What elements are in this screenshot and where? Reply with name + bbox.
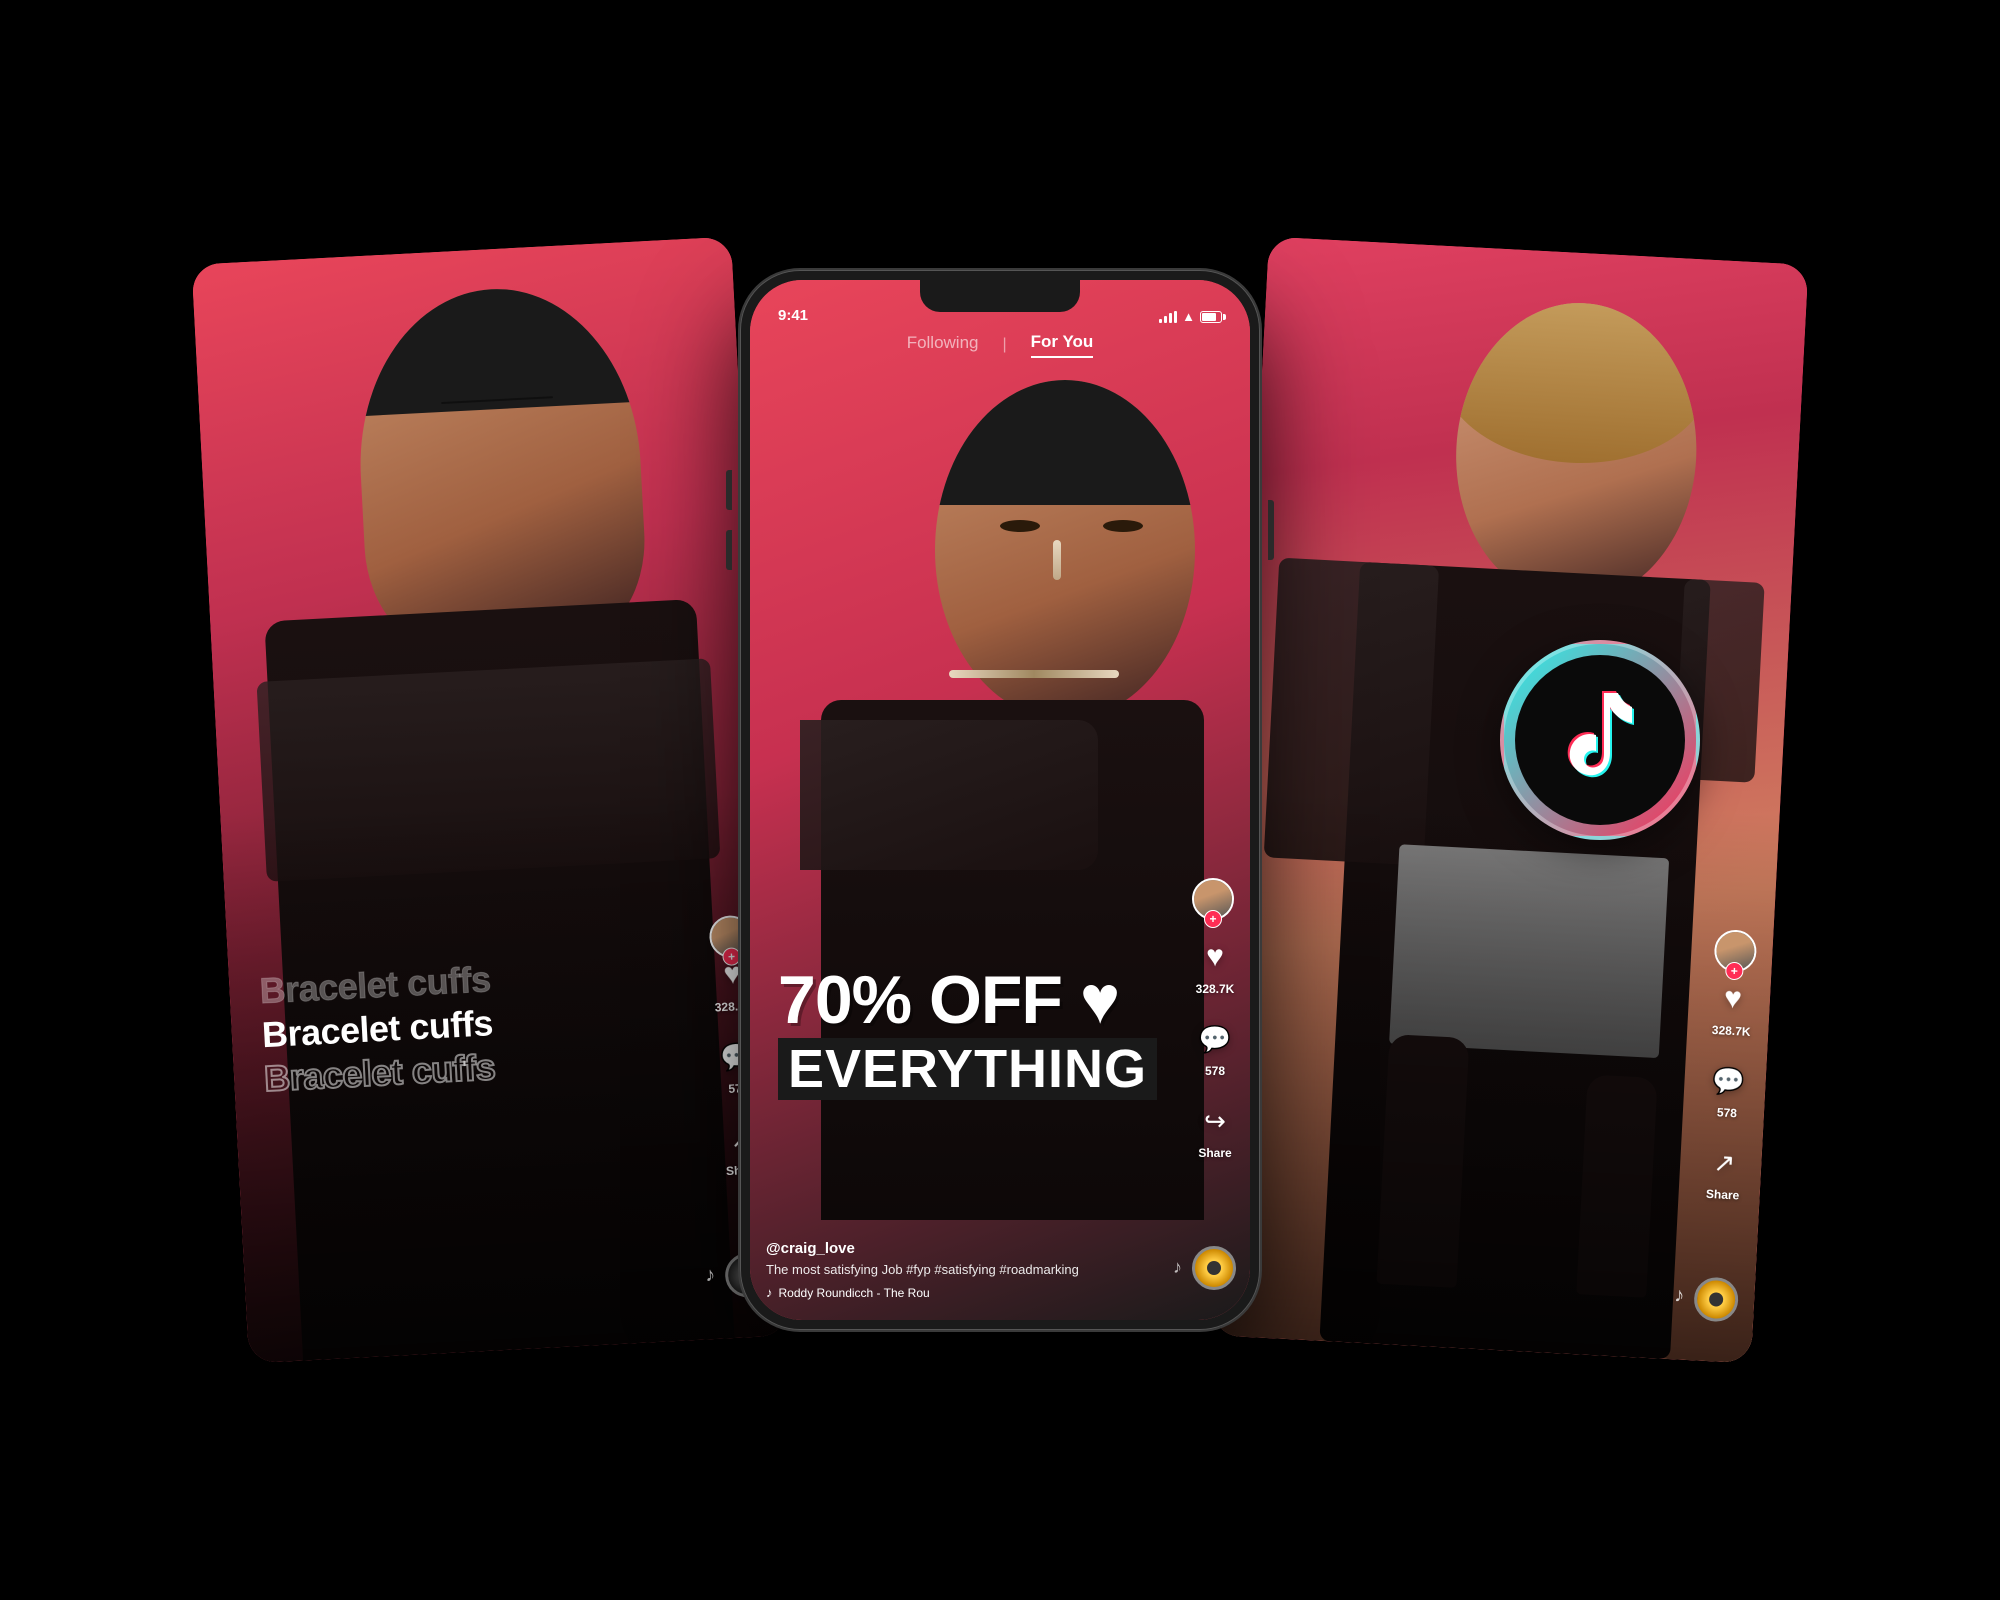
comment-button[interactable]: 💬 578 — [1194, 1018, 1236, 1078]
share-icon-center: ↩ — [1194, 1100, 1236, 1142]
promo-text: 70% OFF ♥ EVERYTHING — [778, 966, 1190, 1100]
comment-count: 578 — [1205, 1064, 1225, 1078]
signal-icon — [1159, 311, 1177, 323]
status-time: 9:41 — [778, 307, 808, 324]
promo-main: 70% OFF ♥ — [778, 966, 1190, 1034]
tab-following[interactable]: Following — [907, 333, 979, 357]
volume-up-button[interactable] — [726, 470, 732, 510]
right-share-button[interactable]: ↗ Share — [1701, 1141, 1746, 1203]
wifi-icon: ▲ — [1182, 309, 1195, 324]
phone-notch — [920, 280, 1080, 312]
center-music-note: ♪ — [1173, 1257, 1182, 1278]
like-button[interactable]: ♥ 328.7K — [1194, 936, 1236, 996]
heart-icon-right: ♥ — [1711, 977, 1755, 1021]
left-music-note: ♪ — [705, 1264, 716, 1287]
phone-frame: 9:41 ▲ — [740, 270, 1260, 1330]
tiktok-logo-svg — [1550, 685, 1650, 795]
music-row: ♪ Roddy Roundicch - The Rou — [766, 1285, 1186, 1300]
promo-sub: EVERYTHING — [778, 1038, 1157, 1100]
bracelet-text: Bracelet cuffs Bracelet cuffs Bracelet c… — [259, 958, 497, 1102]
right-share-label: Share — [1706, 1187, 1740, 1203]
tab-for-you[interactable]: For You — [1031, 332, 1094, 358]
right-like-button[interactable]: ♥ 328.7K — [1710, 977, 1755, 1039]
center-follow-button[interactable]: + — [1204, 910, 1222, 928]
right-comment-button[interactable]: 💬 578 — [1706, 1059, 1751, 1121]
share-button[interactable]: ↩ Share — [1194, 1100, 1236, 1160]
music-title: Roddy Roundicch - The Rou — [779, 1286, 930, 1300]
comment-icon-right: 💬 — [1707, 1059, 1751, 1103]
left-card: Bracelet cuffs Bracelet cuffs Bracelet c… — [192, 237, 789, 1364]
like-count: 328.7K — [1196, 982, 1235, 996]
phone-screen: 9:41 ▲ — [750, 280, 1250, 1320]
tiktok-logo — [1500, 640, 1700, 840]
music-note-icon: ♪ — [766, 1285, 773, 1300]
battery-icon — [1200, 311, 1222, 323]
volume-down-button[interactable] — [726, 530, 732, 570]
username[interactable]: @craig_love — [766, 1240, 1186, 1257]
right-music-note: ♪ — [1674, 1284, 1685, 1307]
phone: 9:41 ▲ — [740, 270, 1260, 1330]
comment-icon-center: 💬 — [1194, 1018, 1236, 1060]
status-icons: ▲ — [1159, 309, 1222, 324]
power-button[interactable] — [1268, 500, 1274, 560]
share-label: Share — [1198, 1146, 1231, 1160]
scene: Bracelet cuffs Bracelet cuffs Bracelet c… — [100, 100, 1900, 1500]
bottom-info: @craig_love The most satisfying Job #fyp… — [766, 1240, 1186, 1300]
nav-tabs: Following | For You — [750, 332, 1250, 358]
share-icon-right: ↗ — [1702, 1141, 1746, 1185]
right-like-count: 328.7K — [1712, 1023, 1751, 1039]
action-buttons: ♥ 328.7K 💬 578 ↩ Share — [1194, 936, 1236, 1160]
center-music-disc — [1192, 1246, 1236, 1290]
caption: The most satisfying Job #fyp #satisfying… — [766, 1261, 1186, 1279]
right-comment-count: 578 — [1717, 1105, 1738, 1120]
heart-icon-center: ♥ — [1194, 936, 1236, 978]
